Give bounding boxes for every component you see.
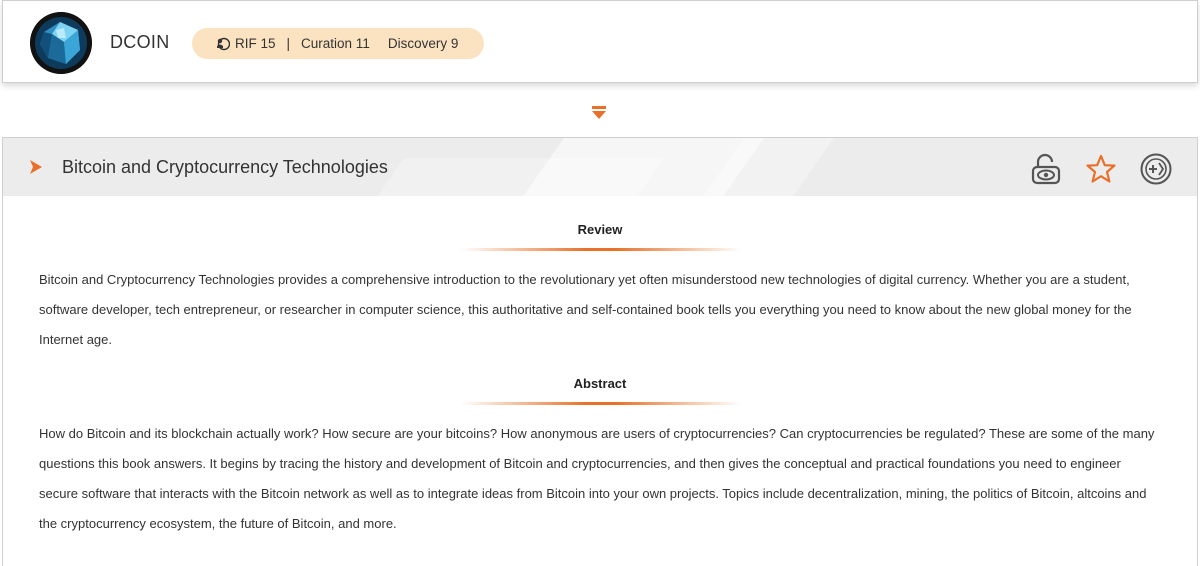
review-text: Bitcoin and Cryptocurrency Technologies …: [39, 272, 1132, 347]
curation-score: Curation 11: [301, 36, 370, 51]
abstract-heading: Abstract: [573, 376, 627, 391]
discovery-score: Discovery 9: [387, 36, 459, 51]
book-title[interactable]: Bitcoin and Cryptocurrency Technologies: [62, 157, 388, 178]
rif-score: RIF 15: [235, 36, 276, 51]
username[interactable]: DCOIN: [110, 32, 170, 53]
star-icon[interactable]: [1084, 152, 1118, 186]
review-divider: [461, 248, 741, 251]
book-detail-card: Bitcoin and Cryptocurrency Technologies: [2, 137, 1198, 566]
crystal-avatar-icon[interactable]: [30, 12, 92, 74]
caret-right-icon: [30, 160, 42, 174]
abstract-text: How do Bitcoin and its blockchain actual…: [39, 426, 1155, 531]
double-chevron-down-icon[interactable]: [591, 106, 607, 120]
review-heading: Review: [577, 222, 623, 237]
user-header-card: DCOIN RIF 15 | Curation 11 Discovery 9: [2, 0, 1198, 83]
stats-separator: |: [286, 36, 291, 51]
add-circle-icon[interactable]: [1139, 152, 1173, 186]
book-title-bar: Bitcoin and Cryptocurrency Technologies: [3, 138, 1197, 196]
unlock-eye-icon[interactable]: [1029, 152, 1063, 186]
abstract-divider: [461, 402, 741, 405]
reputation-stats-badge: RIF 15 | Curation 11 Discovery 9: [192, 28, 484, 59]
people-icon: [216, 37, 231, 51]
